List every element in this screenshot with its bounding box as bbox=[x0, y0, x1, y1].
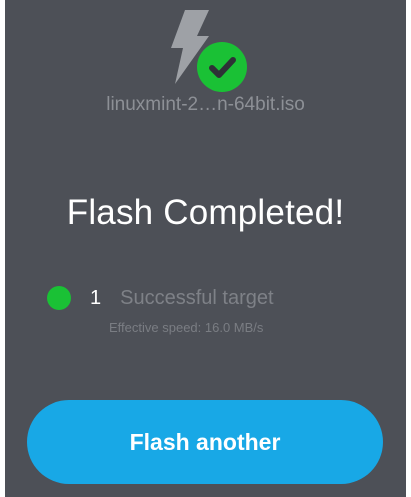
effective-speed: Effective speed: 16.0 MB/s bbox=[109, 320, 264, 335]
image-filename: linuxmint-2…n-64bit.iso bbox=[106, 94, 305, 115]
success-label: Successful target bbox=[120, 286, 274, 309]
check-circle-icon bbox=[197, 42, 247, 92]
flash-another-button[interactable]: Flash another bbox=[27, 400, 383, 484]
flash-logo bbox=[165, 10, 255, 92]
success-count: 1 bbox=[90, 286, 102, 309]
flash-completed-title: Flash Completed! bbox=[66, 193, 345, 232]
flash-complete-panel: linuxmint-2…n-64bit.iso Flash Completed!… bbox=[5, 0, 406, 497]
success-dot-icon bbox=[47, 286, 71, 310]
successful-target-row: 1 Successful target bbox=[47, 284, 274, 312]
